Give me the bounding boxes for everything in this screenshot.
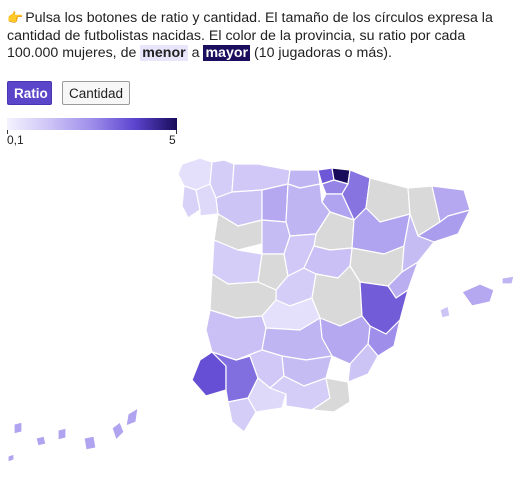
province-el-hierro[interactable] <box>7 453 15 463</box>
legend-min-label: 0,1 <box>7 133 24 147</box>
legend-tick-max <box>176 130 177 134</box>
pointing-hand-icon: 👉 <box>7 10 24 25</box>
legend-max-label: 5 <box>169 133 176 147</box>
province-palencia[interactable] <box>261 183 289 223</box>
province-santa-cruz-de-tenerife[interactable] <box>13 421 67 447</box>
province-las-palmas[interactable] <box>83 407 139 451</box>
provinces-layer <box>7 157 515 463</box>
intro-text: 👉 Pulsa los botones de ratio y cantidad. … <box>7 9 515 63</box>
province-ibiza[interactable] <box>439 305 451 319</box>
spain-province-map <box>7 157 515 463</box>
province-mallorca[interactable] <box>461 283 495 307</box>
legend-color-scale <box>7 118 177 130</box>
province-menorca[interactable] <box>501 275 515 285</box>
intro-connector: a <box>187 45 204 62</box>
menor-highlight: menor <box>140 45 188 62</box>
intro-text-after: (10 jugadoras o más). <box>250 45 392 62</box>
mayor-highlight: mayor <box>203 45 251 62</box>
ratio-button[interactable]: Ratio <box>7 81 52 105</box>
cantidad-button[interactable]: Cantidad <box>62 81 130 105</box>
